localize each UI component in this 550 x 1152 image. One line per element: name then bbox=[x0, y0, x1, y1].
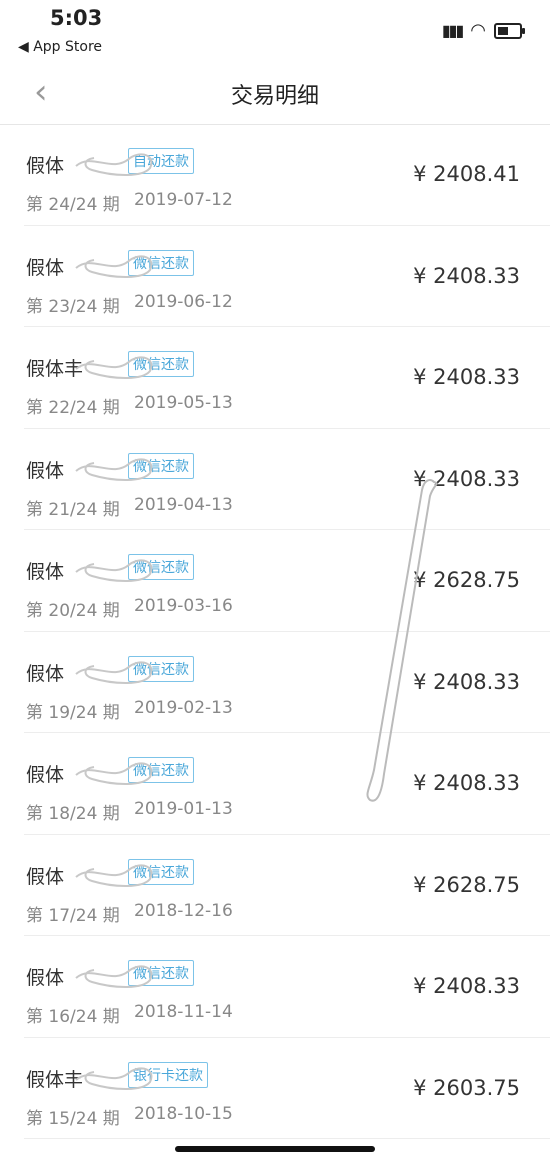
transaction-date: 2019-06-12 bbox=[134, 291, 233, 312]
transaction-amount: ¥ 2408.33 bbox=[413, 669, 520, 694]
transaction-name: 假体 bbox=[26, 967, 65, 989]
transaction-date: 2019-02-13 bbox=[134, 697, 233, 718]
battery-icon bbox=[494, 22, 525, 39]
transaction-name: 假体 bbox=[26, 155, 65, 177]
transaction-name: 假体丰 bbox=[26, 1068, 84, 1091]
transaction-date: 2018-10-15 bbox=[134, 1103, 233, 1124]
navigation-bar: ‹ 交易明细 bbox=[0, 62, 550, 125]
transaction-amount: ¥ 2408.33 bbox=[413, 974, 520, 998]
transaction-name: 假体 bbox=[26, 662, 65, 685]
installment-period: 第 23/24 期 bbox=[26, 296, 120, 317]
transaction-amount: ¥ 2408.33 bbox=[413, 365, 520, 389]
transaction-row[interactable]: 假体 自动还款 第 24/24 期 2019-07-12 ¥ 2408.41 bbox=[24, 124, 550, 226]
installment-period: 第 20/24 期 bbox=[26, 601, 120, 621]
transaction-amount: ¥ 2408.33 bbox=[413, 771, 520, 795]
transaction-date: 2018-12-16 bbox=[134, 900, 233, 921]
transaction-amount: ¥ 2408.41 bbox=[413, 162, 520, 186]
repayment-method-badge: 银行卡还款 bbox=[128, 1061, 208, 1088]
transaction-amount: ¥ 2628.75 bbox=[413, 872, 520, 897]
installment-period: 第 21/24 期 bbox=[26, 499, 120, 520]
repayment-method-badge: 自动还款 bbox=[128, 148, 194, 174]
transaction-row[interactable]: 假体丰 微信还款 第 22/24 期 2019-05-13 ¥ 2408.33 bbox=[24, 327, 550, 429]
transaction-row[interactable]: 假体 微信还款 第 21/24 期 2019-04-13 ¥ 2408.33 bbox=[24, 429, 550, 530]
installment-period: 第 22/24 期 bbox=[26, 398, 120, 418]
transaction-name: 假体 bbox=[26, 764, 65, 786]
installment-period: 第 17/24 期 bbox=[26, 905, 120, 926]
transaction-amount: ¥ 2603.75 bbox=[413, 1075, 520, 1100]
back-to-app-store-link[interactable]: ◀ App Store bbox=[18, 39, 102, 55]
signal-icon: ▮▮▮ bbox=[441, 21, 464, 40]
repayment-method-badge: 微信还款 bbox=[128, 960, 194, 986]
transaction-date: 2019-07-12 bbox=[134, 190, 233, 210]
page-title: 交易明细 bbox=[230, 84, 319, 109]
repayment-method-badge: 微信还款 bbox=[128, 452, 194, 479]
wifi-icon: ◠ bbox=[470, 20, 486, 41]
transaction-date: 2019-01-13 bbox=[134, 799, 233, 819]
repayment-method-badge: 微信还款 bbox=[128, 757, 194, 783]
transaction-date: 2019-04-13 bbox=[134, 494, 233, 515]
transaction-amount: ¥ 2628.75 bbox=[413, 568, 520, 592]
transaction-row[interactable]: 假体丰 银行卡还款 第 15/24 期 2018-10-15 ¥ 2603.75 bbox=[24, 1038, 550, 1139]
transaction-amount: ¥ 2408.33 bbox=[413, 466, 520, 491]
transaction-date: 2019-03-16 bbox=[134, 596, 233, 616]
repayment-method-badge: 微信还款 bbox=[128, 554, 194, 580]
transaction-name: 假体 bbox=[26, 865, 65, 888]
transaction-row[interactable]: 假体 微信还款 第 19/24 期 2019-02-13 ¥ 2408.33 bbox=[24, 632, 550, 733]
transaction-date: 2019-05-13 bbox=[134, 393, 233, 413]
transaction-name: 假体 bbox=[26, 459, 65, 482]
transaction-row[interactable]: 假体 微信还款 第 17/24 期 2018-12-16 ¥ 2628.75 bbox=[24, 835, 550, 936]
installment-period: 第 18/24 期 bbox=[26, 804, 120, 824]
installment-period: 第 24/24 期 bbox=[26, 195, 120, 215]
transaction-amount: ¥ 2408.33 bbox=[413, 263, 520, 288]
transaction-row[interactable]: 假体 微信还款 第 23/24 期 2019-06-12 ¥ 2408.33 bbox=[24, 226, 550, 327]
home-indicator[interactable] bbox=[175, 1146, 375, 1152]
installment-period: 第 15/24 期 bbox=[26, 1108, 120, 1129]
status-time: 5:03 bbox=[50, 6, 103, 30]
transaction-name: 假体丰 bbox=[26, 358, 84, 380]
transaction-row[interactable]: 假体 微信还款 第 20/24 期 2019-03-16 ¥ 2628.75 bbox=[24, 530, 550, 632]
transaction-date: 2018-11-14 bbox=[134, 1002, 233, 1022]
transaction-row[interactable]: 假体 微信还款 第 16/24 期 2018-11-14 ¥ 2408.33 bbox=[24, 936, 550, 1038]
transaction-row[interactable]: 假体 微信还款 第 18/24 期 2019-01-13 ¥ 2408.33 bbox=[24, 733, 550, 835]
repayment-method-badge: 微信还款 bbox=[128, 858, 194, 885]
installment-period: 第 19/24 期 bbox=[26, 702, 120, 723]
installment-period: 第 16/24 期 bbox=[26, 1007, 120, 1027]
repayment-method-badge: 微信还款 bbox=[128, 249, 194, 276]
status-icons: ▮▮▮ ◠ bbox=[441, 20, 525, 41]
transaction-list: 假体 自动还款 第 24/24 期 2019-07-12 ¥ 2408.41 假… bbox=[0, 124, 550, 1139]
transaction-name: 假体 bbox=[26, 256, 65, 279]
repayment-method-badge: 微信还款 bbox=[128, 351, 194, 377]
transaction-name: 假体 bbox=[26, 561, 65, 583]
status-bar: 5:03 ◀ App Store ▮▮▮ ◠ bbox=[0, 0, 550, 60]
repayment-method-badge: 微信还款 bbox=[128, 655, 194, 682]
